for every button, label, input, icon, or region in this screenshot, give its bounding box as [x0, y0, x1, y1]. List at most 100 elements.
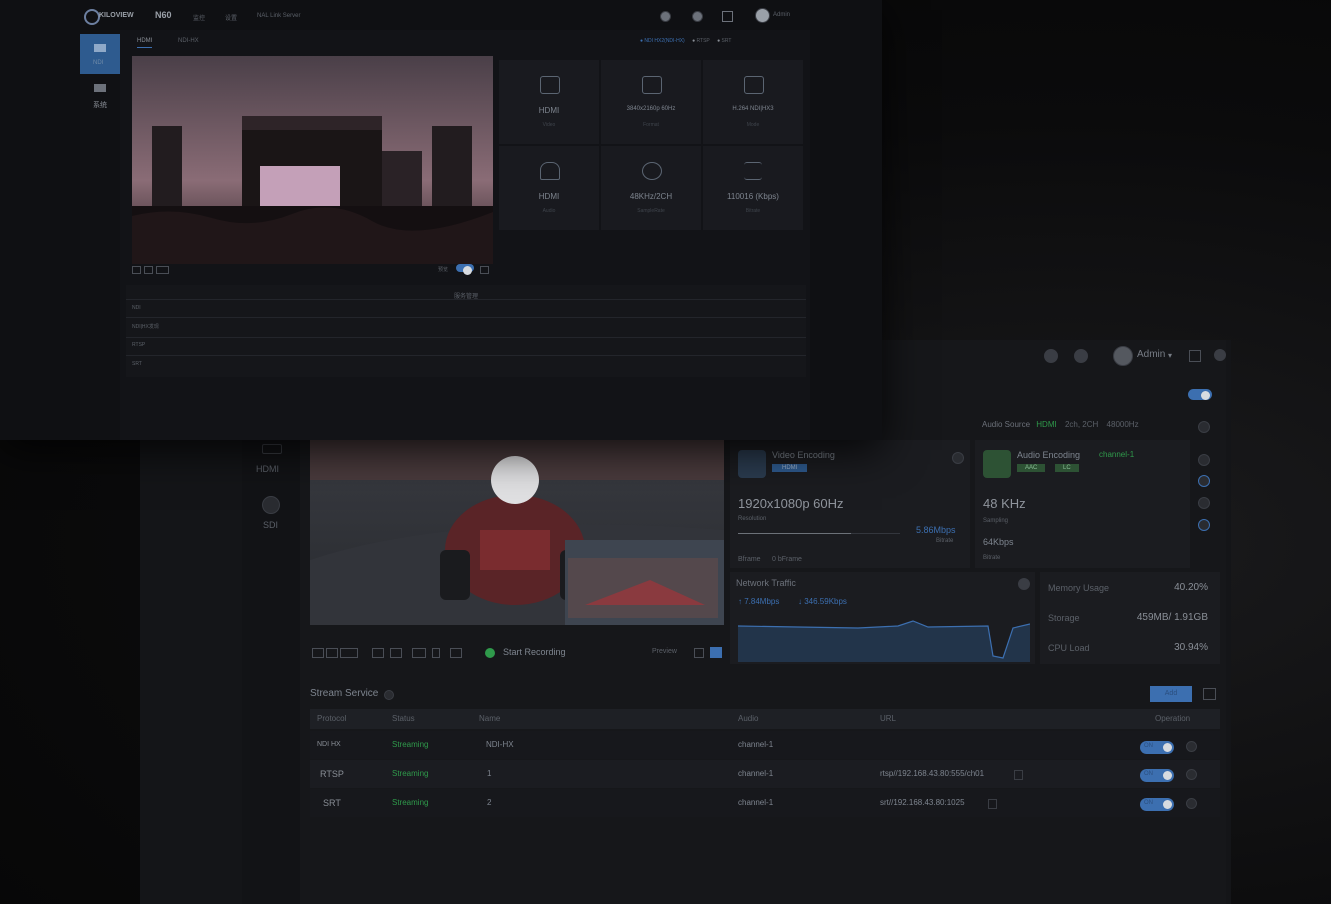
cell-name: NDI-HX [486, 740, 514, 749]
model-name: N60 [155, 10, 172, 20]
grid-icon[interactable] [722, 11, 733, 22]
layout-3-icon[interactable] [156, 266, 169, 274]
tile-sub: Format [643, 122, 659, 128]
cell-name: 1 [487, 769, 492, 778]
video-resolution: 1920x1080p 60Hz [738, 496, 844, 511]
preview-off-icon[interactable] [694, 648, 704, 658]
nav-item[interactable]: NAL Link Server [257, 13, 300, 19]
chevron-down-icon[interactable]: ▾ [1168, 351, 1172, 360]
preview-label: 预览 [438, 267, 449, 273]
tile-label: 48KHz/2CH [629, 192, 673, 201]
image-icon[interactable] [372, 648, 384, 658]
audio-source: Audio Source HDMI 2ch, 2CH 48000Hz [982, 420, 1139, 429]
settings-icon[interactable] [1214, 349, 1226, 361]
user-name[interactable]: Admin [773, 12, 790, 18]
info-tile: 110016 (Kbps) Bitrate [703, 146, 803, 230]
table-row: SRT Streaming 2 channel-1 srt//192.168.4… [310, 789, 1220, 817]
tile-sub: Audio [542, 208, 556, 214]
layout-1-icon[interactable] [132, 266, 141, 274]
bitrate-fill [738, 533, 852, 534]
help-icon[interactable] [1044, 349, 1058, 363]
calendar-icon[interactable] [1203, 688, 1216, 700]
audio-bitrate: 64Kbps [983, 537, 1014, 547]
video-encoding-card: Video Encoding HDMI 1920x1080p 60Hz Reso… [730, 440, 970, 568]
divider [126, 337, 806, 338]
help-icon[interactable] [660, 11, 671, 22]
cell-status: Streaming [392, 740, 429, 749]
cell-protocol: NDI HX [317, 741, 341, 748]
video-encoding-settings-icon[interactable] [952, 452, 964, 464]
table-row: RTSP Streaming 1 channel-1 rtsp//192.168… [310, 760, 1220, 788]
side-action-4-icon[interactable] [1198, 519, 1210, 531]
status-item: NDI HX2(NDI-HX) [644, 38, 685, 44]
globe-icon[interactable] [1074, 349, 1088, 363]
front-sidebar: NDI 系统 [80, 30, 120, 440]
tile-sub: Video [542, 122, 556, 128]
bframe-value[interactable]: 0 bFrame [772, 556, 802, 563]
service-row[interactable]: NDI [132, 305, 141, 311]
copy-icon[interactable] [1014, 770, 1023, 780]
cell-status: Streaming [392, 798, 429, 807]
cell-protocol: RTSP [320, 769, 344, 779]
network-globe-icon[interactable] [1018, 578, 1030, 590]
globe-icon[interactable] [692, 11, 703, 22]
service-row[interactable]: RTSP [132, 342, 145, 348]
sidebar-item-system[interactable]: 系统 [93, 100, 107, 110]
audio-rate-label: Sampling [983, 518, 1009, 524]
layout-1-icon[interactable] [312, 648, 324, 658]
stats-card: Memory Usage 40.20% Storage 459MB/ 1.91G… [1040, 572, 1220, 664]
remove-icon[interactable] [1186, 798, 1197, 809]
camera-icon [94, 44, 106, 52]
side-action-top-icon[interactable] [1198, 421, 1210, 433]
system-icon[interactable] [94, 84, 106, 92]
layout-3-icon[interactable] [340, 648, 358, 658]
layout-2-icon[interactable] [144, 266, 153, 274]
add-stream-button[interactable]: Add [1150, 686, 1192, 702]
tab-ndi-hx[interactable]: NDI-HX [178, 38, 199, 44]
preview-toggle[interactable] [456, 264, 474, 275]
crop-icon[interactable] [390, 648, 402, 658]
cell-url[interactable]: srt//192.168.43.80:1025 [880, 798, 965, 807]
audio-tag-aac: AAC [1017, 464, 1046, 472]
service-row[interactable]: SRT [132, 361, 142, 367]
side-action-3-icon[interactable] [1198, 497, 1210, 509]
record-icon[interactable] [485, 648, 495, 658]
remove-icon[interactable] [1186, 769, 1197, 780]
audio-meter-icon[interactable] [412, 648, 426, 658]
network-down: ↓ 346.59Kbps [798, 597, 847, 606]
side-action-2-icon[interactable] [1198, 475, 1210, 487]
header-url: URL [880, 714, 897, 723]
toggle-label: ON [1144, 800, 1153, 806]
nav-item[interactable]: 监控 [193, 13, 205, 22]
side-action-1-icon[interactable] [1198, 454, 1210, 466]
player-toolbar: Start Recording Preview [310, 645, 724, 661]
stream-service-title: Stream Service [310, 688, 379, 699]
top-toggle[interactable] [1188, 389, 1212, 400]
fullscreen-icon[interactable] [480, 266, 489, 274]
sdi-icon[interactable] [262, 496, 280, 514]
user-name[interactable]: Admin [1137, 349, 1165, 360]
remove-icon[interactable] [1186, 741, 1197, 752]
stream-info-icon[interactable] [384, 690, 394, 700]
avatar[interactable] [1113, 346, 1133, 366]
tab-hdmi[interactable]: HDMI [137, 38, 153, 48]
stream-table: Protocol Status Name Audio URL Operation… [310, 709, 1220, 819]
start-recording-button[interactable]: Start Recording [503, 647, 566, 657]
divider [126, 317, 806, 318]
avatar[interactable] [755, 8, 770, 23]
hdmi-icon[interactable] [262, 444, 282, 454]
copy-icon[interactable] [988, 799, 997, 809]
cell-url[interactable]: rtsp//192.168.43.80:555/ch01 [880, 769, 984, 778]
service-row[interactable]: NDI|HX发现 [132, 323, 159, 330]
grid-icon[interactable] [1189, 350, 1201, 362]
nav-item[interactable]: 设置 [225, 13, 237, 22]
network-graph [738, 620, 1030, 662]
sidebar-item-hdmi[interactable]: HDMI [256, 464, 279, 474]
layout-2-icon[interactable] [326, 648, 338, 658]
sidebar-item-ndi[interactable]: NDI [80, 34, 120, 74]
preview-on-icon[interactable] [710, 647, 722, 658]
mic-icon[interactable] [432, 648, 440, 658]
sidebar-item-sdi[interactable]: SDI [263, 520, 278, 530]
volume-icon[interactable] [450, 648, 462, 658]
audio-encoding-channel[interactable]: channel-1 [1099, 450, 1134, 459]
